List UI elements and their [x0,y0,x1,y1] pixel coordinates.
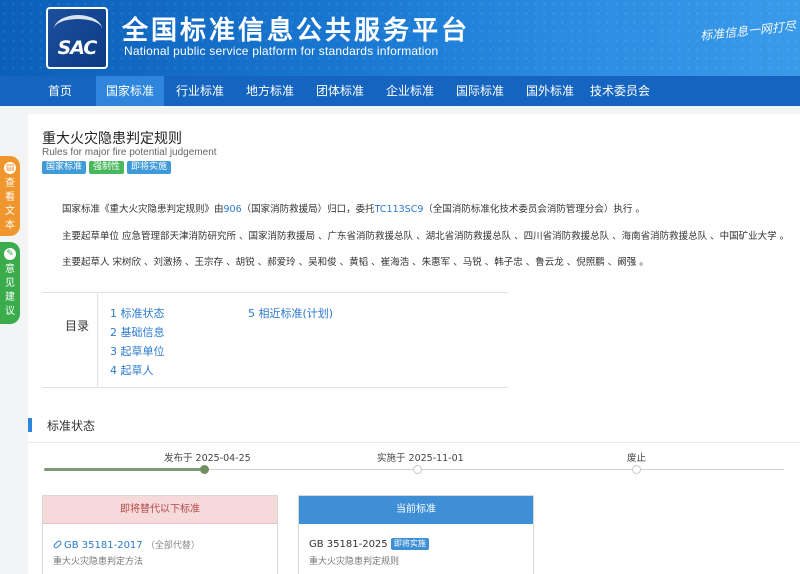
site-title: 全国标准信息公共服务平台 [122,16,471,46]
logo-text: SAC [57,37,98,59]
badge-national: 国家标准 [42,161,87,174]
intro-suffix: （全国消防标准化技术委员会消防管理分会）执行 。 [423,204,645,215]
timeline-progress [44,468,207,471]
intro-middle: （国家消防救援局）归口，委托 [241,204,375,215]
replaced-note: （全部代替） [145,541,200,551]
main-nav: 首页 国家标准 行业标准 地方标准 团体标准 企业标准 国际标准 国外标准 技术… [0,76,800,106]
replaced-standards-card: 即将替代以下标准 GB 35181-2017 （全部代替） 重大火灾隐患判定方法 [42,495,278,574]
view-text-char: 查 [5,178,15,189]
drafting-units: 主要起草单位 应急管理部天津消防研究所 、国家消防救援局 、广东省消防救援总队 … [62,231,790,242]
tc-code-link[interactable]: TC113SC9 [375,204,424,215]
badge-mandatory: 强制性 [89,161,125,174]
drafters: 主要起草人 宋树欣 、刘激扬 、王宗存 、胡锐 、郝爱玲 、吴和俊 、黄韬 、崔… [62,257,649,268]
edit-icon: ✎ [4,248,16,260]
toc-heading: 目录 [65,319,90,333]
toc-item-drafting-units[interactable]: 3 起草单位 [110,343,165,359]
feedback-char: 意 [5,264,15,275]
replaced-card-header: 即将替代以下标准 [43,496,277,524]
link-icon [52,539,63,550]
standard-badges: 国家标准 强制性 即将实施 [42,161,174,175]
replaced-code[interactable]: GB 35181-2017 [64,540,143,551]
current-status-tag: 即将实施 [390,538,429,550]
nav-national-standards[interactable]: 国家标准 [96,76,164,106]
toc-item-similar-standards[interactable]: 5 相近标准(计划) [248,305,333,321]
nav-local-standards[interactable]: 地方标准 [236,76,304,106]
current-card-header: 当前标准 [299,496,533,524]
intro-paragraph: 国家标准《重大火灾隐患判定规则》由906（国家消防救援局）归口，委托TC113S… [62,201,645,215]
standard-title-en: Rules for major fire potential judgement [42,147,217,158]
view-text-char: 文 [5,206,15,217]
nav-foreign-standards[interactable]: 国外标准 [516,76,584,106]
section-divider [28,442,800,443]
nav-home[interactable]: 首页 [28,76,92,106]
timeline-published-label: 发布于 2025-04-25 [164,453,251,464]
standard-title: 重大火灾隐患判定规则 [42,131,182,147]
feedback-char: 建 [5,292,15,303]
toc-item-basic-info[interactable]: 2 基础信息 [110,324,165,340]
current-standard-code-row: GB 35181-2025 即将实施 [309,538,429,550]
timeline-dot-implemented [413,465,422,474]
timeline-implemented-label: 实施于 2025-11-01 [377,453,464,464]
status-section-title: 标准状态 [47,419,96,433]
document-icon: ▤ [4,162,16,174]
nav-international-standards[interactable]: 国际标准 [446,76,514,106]
sac-logo[interactable]: SAC [46,7,108,69]
view-text-char: 本 [5,220,15,231]
nav-industry-standards[interactable]: 行业标准 [166,76,234,106]
timeline-abolished-label: 废止 [627,453,647,464]
toc-heading-cell: 目录 [42,293,98,387]
view-text-char: 看 [5,192,15,203]
replaced-standard-name: 重大火灾隐患判定方法 [53,557,144,567]
current-standard-name: 重大火灾隐患判定规则 [309,557,400,567]
toc-item-status[interactable]: 1 标准状态 [110,305,165,321]
feedback-char: 议 [5,306,15,317]
site-header: SAC 全国标准信息公共服务平台 National public service… [0,0,800,76]
timeline-dot-published [200,465,209,474]
feedback-button[interactable]: ✎ 意 见 建 议 [0,242,20,324]
dept-code-link[interactable]: 906 [224,204,242,215]
toc-item-drafters[interactable]: 4 起草人 [110,362,154,378]
badge-upcoming: 即将实施 [127,161,172,174]
nav-technical-committees[interactable]: 技术委员会 [586,76,654,106]
section-marker [28,418,32,432]
nav-group-standards[interactable]: 团体标准 [306,76,374,106]
timeline-dot-abolished [632,465,641,474]
view-text-button[interactable]: ▤ 查 看 文 本 [0,156,20,236]
intro-prefix: 国家标准《重大火灾隐患判定规则》由 [62,204,224,215]
replaced-standard-link[interactable]: GB 35181-2017 （全部代替） [52,538,200,551]
current-standard-card: 当前标准 GB 35181-2025 即将实施 重大火灾隐患判定规则 [298,495,534,574]
nav-enterprise-standards[interactable]: 企业标准 [376,76,444,106]
site-subtitle: National public service platform for sta… [124,44,439,58]
feedback-char: 见 [5,278,15,289]
current-code: GB 35181-2025 [309,539,388,550]
table-of-contents: 目录 1 标准状态 2 基础信息 3 起草单位 4 起草人 5 相近标准(计划) [42,292,508,388]
